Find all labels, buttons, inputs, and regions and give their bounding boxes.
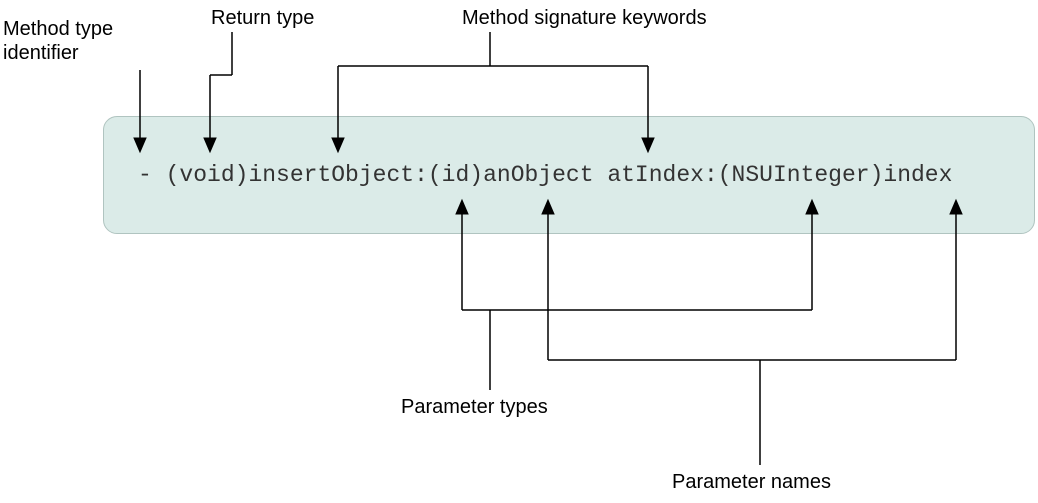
method-declaration-box: - (void)insertObject:(id)anObject atInde… — [103, 116, 1035, 234]
code-index: index — [883, 162, 952, 188]
code-atindex: atIndex: — [607, 162, 717, 188]
label-return-type: Return type — [211, 6, 314, 30]
code-nsuinteger: (NSUInteger) — [718, 162, 884, 188]
diagram-arrows — [0, 0, 1038, 503]
label-method-signature-keywords: Method signature keywords — [462, 6, 707, 30]
label-parameter-names: Parameter names — [672, 470, 831, 494]
code-id: (id) — [428, 162, 483, 188]
method-declaration: - (void)insertObject:(id)anObject atInde… — [138, 162, 952, 188]
code-space — [594, 162, 608, 188]
label-parameter-types: Parameter types — [401, 395, 548, 419]
label-method-type-identifier: Method type identifier — [3, 17, 113, 65]
code-insertobject: insertObject: — [248, 162, 427, 188]
code-anobject: anObject — [483, 162, 593, 188]
code-void: (void) — [166, 162, 249, 188]
code-minus: - — [138, 162, 166, 188]
